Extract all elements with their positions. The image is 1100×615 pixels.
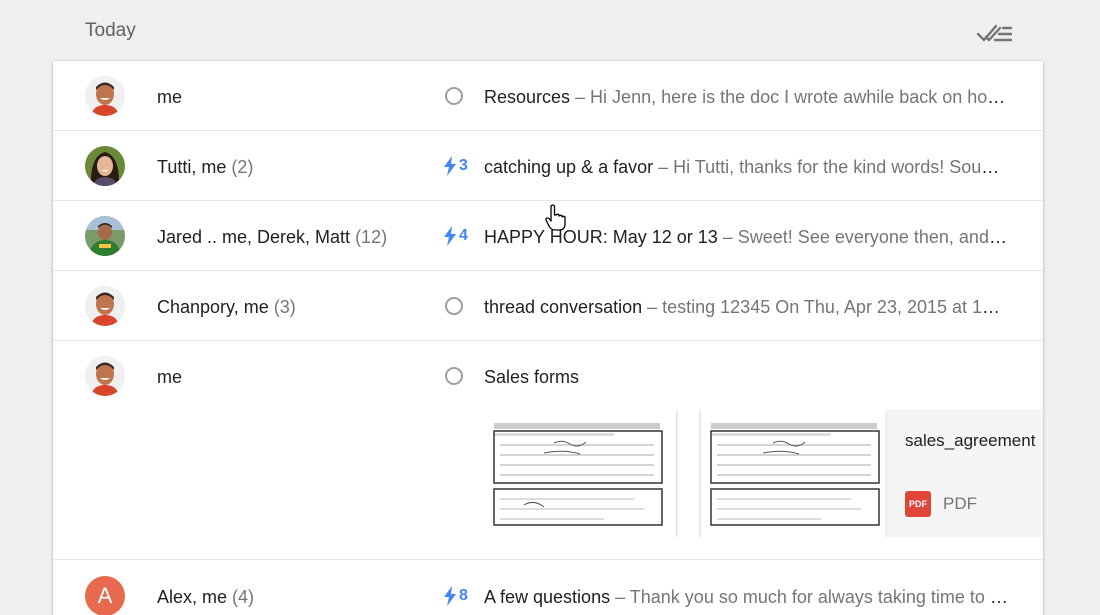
lightning-bolt-icon <box>444 586 456 606</box>
sender-name: Alex, me (4) <box>157 587 255 607</box>
conversation-row[interactable]: me Sales forms sales_agreement PDF PDF <box>53 341 1043 560</box>
attachment-file-card[interactable]: sales_agreement PDF PDF <box>887 409 1043 537</box>
bolt-count: 4 <box>459 227 468 244</box>
conversation-row[interactable]: Tutti, me (2) 3 catching up & a favor – … <box>53 131 1043 201</box>
conversation-list: me Resources – Hi Jenn, here is the doc … <box>53 61 1043 615</box>
status-indicator[interactable]: 3 <box>443 155 479 177</box>
document-preview-icon <box>701 409 893 537</box>
conversation-row[interactable]: Chanpory, me (3) thread conversation – t… <box>53 271 1043 341</box>
lightning-bolt-icon <box>444 226 456 246</box>
sender-name: Tutti, me (2) <box>157 157 254 177</box>
avatar <box>85 216 125 256</box>
section-title-today: Today <box>85 20 136 41</box>
subject-line: Sales forms <box>484 367 580 387</box>
lightning-bolt-icon <box>444 156 456 176</box>
attachment-thumbnail[interactable] <box>701 409 893 537</box>
avatar <box>85 356 125 396</box>
status-indicator[interactable]: 8 <box>443 585 479 607</box>
subject-line: catching up & a favor – Hi Tutti, thanks… <box>484 157 1009 177</box>
section-header: Today <box>0 0 1100 62</box>
subject-line: HAPPY HOUR: May 12 or 13 – Sweet! See ev… <box>484 227 1009 247</box>
sender-name: me <box>157 367 183 387</box>
sender-name: me <box>157 87 183 107</box>
inbox-page: Today me Resources – Hi Jenn, here is th… <box>0 0 1100 615</box>
bolt-count: 8 <box>459 587 468 604</box>
subject-line: Resources – Hi Jenn, here is the doc I w… <box>484 87 1009 107</box>
attachment-file-name: sales_agreement <box>905 431 1036 450</box>
attachment-file-type: PDF PDF <box>905 491 977 517</box>
attachment-strip: sales_agreement PDF PDF <box>484 409 1043 537</box>
sender-name: Jared .. me, Derek, Matt (12) <box>157 227 388 247</box>
sweep-done-button[interactable] <box>972 18 1016 48</box>
attachment-thumbnail[interactable] <box>484 409 676 537</box>
conversation-row[interactable]: me Resources – Hi Jenn, here is the doc … <box>53 61 1043 131</box>
avatar <box>85 76 125 116</box>
subject-line: thread conversation – testing 12345 On T… <box>484 297 1009 317</box>
conversation-row[interactable]: Jared .. me, Derek, Matt (12) 4 HAPPY HO… <box>53 201 1043 271</box>
avatar <box>85 286 125 326</box>
avatar <box>85 146 125 186</box>
subject-line: A few questions – Thank you so much for … <box>484 587 1009 607</box>
bolt-count: 3 <box>459 157 468 174</box>
conversation-row[interactable]: A Alex, me (4) 8 A few questions – Thank… <box>53 561 1043 615</box>
pdf-icon: PDF <box>905 491 931 517</box>
unselected-circle-icon <box>445 297 463 315</box>
sender-name: Chanpory, me (3) <box>157 297 296 317</box>
status-indicator[interactable] <box>443 365 479 387</box>
document-preview-icon <box>484 409 676 537</box>
status-indicator[interactable]: 4 <box>443 225 479 247</box>
avatar: A <box>85 576 125 615</box>
status-indicator[interactable] <box>443 295 479 317</box>
done-all-icon <box>976 24 1012 42</box>
unselected-circle-icon <box>445 367 463 385</box>
status-indicator[interactable] <box>443 85 479 107</box>
unselected-circle-icon <box>445 87 463 105</box>
